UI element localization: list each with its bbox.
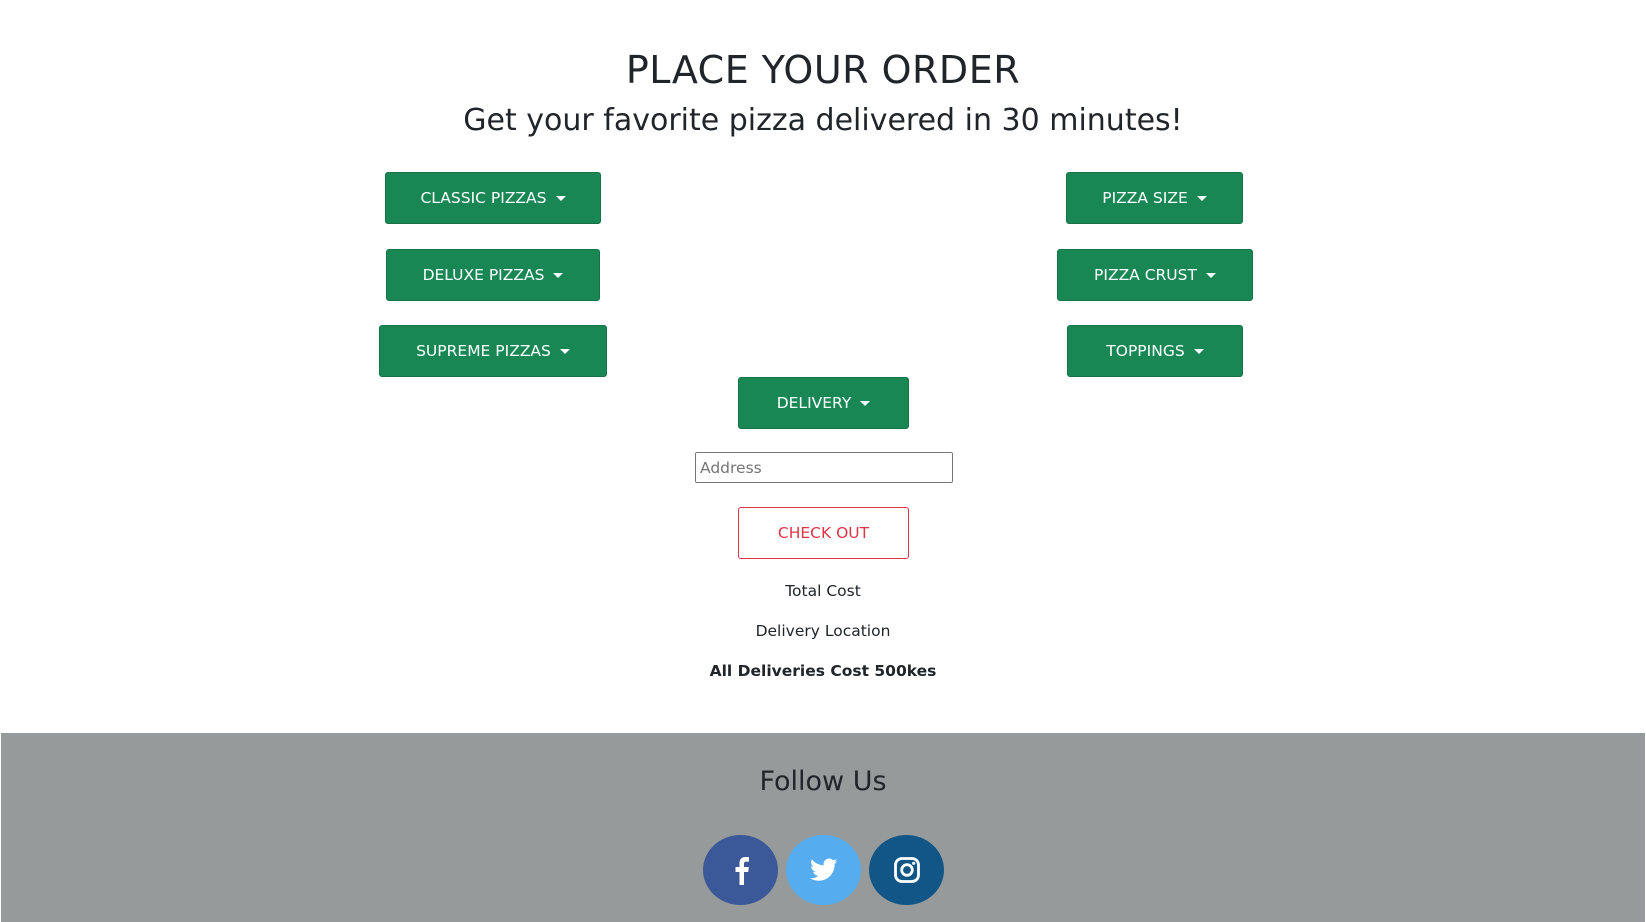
pizza-crust-label: PIZZA CRUST bbox=[1094, 266, 1197, 284]
total-cost-text: Total Cost bbox=[785, 582, 861, 600]
classic-pizzas-dropdown[interactable]: CLASSIC PIZZAS bbox=[385, 172, 601, 224]
twitter-link[interactable] bbox=[786, 835, 861, 905]
footer: Follow Us bbox=[1, 733, 1645, 922]
toppings-label: TOPPINGS bbox=[1106, 342, 1185, 360]
order-section: PLACE YOUR ORDER Get your favorite pizza… bbox=[0, 0, 1646, 732]
pizza-crust-dropdown[interactable]: PIZZA CRUST bbox=[1057, 249, 1253, 301]
deluxe-pizzas-label: DELUXE PIZZAS bbox=[422, 266, 545, 284]
page-subtitle: Get your favorite pizza delivered in 30 … bbox=[463, 103, 1183, 138]
page-title: PLACE YOUR ORDER bbox=[625, 48, 1021, 92]
checkout-label: CHECK OUT bbox=[777, 524, 870, 542]
twitter-icon bbox=[809, 858, 838, 881]
supreme-pizzas-label: SUPREME PIZZAS bbox=[416, 342, 551, 360]
facebook-icon bbox=[735, 857, 749, 885]
caret-down-icon bbox=[1193, 348, 1204, 354]
caret-down-icon bbox=[553, 272, 564, 278]
instagram-link[interactable] bbox=[869, 835, 944, 905]
caret-down-icon bbox=[1205, 272, 1216, 278]
caret-down-icon bbox=[860, 400, 871, 406]
address-input[interactable] bbox=[695, 452, 953, 483]
delivery-label: DELIVERY bbox=[776, 394, 852, 412]
caret-down-icon bbox=[559, 348, 570, 354]
instagram-icon bbox=[893, 857, 920, 883]
caret-down-icon bbox=[1196, 195, 1207, 201]
footer-title: Follow Us bbox=[759, 766, 887, 797]
supreme-pizzas-dropdown[interactable]: SUPREME PIZZAS bbox=[379, 325, 607, 377]
delivery-location-text: Delivery Location bbox=[755, 622, 891, 640]
facebook-link[interactable] bbox=[703, 835, 778, 905]
classic-pizzas-label: CLASSIC PIZZAS bbox=[420, 189, 547, 207]
deluxe-pizzas-dropdown[interactable]: DELUXE PIZZAS bbox=[386, 249, 600, 301]
toppings-dropdown[interactable]: TOPPINGS bbox=[1067, 325, 1243, 377]
delivery-cost-note: All Deliveries Cost 500kes bbox=[709, 662, 937, 680]
pizza-size-label: PIZZA SIZE bbox=[1102, 189, 1188, 207]
checkout-button[interactable]: CHECK OUT bbox=[738, 507, 909, 559]
delivery-dropdown[interactable]: DELIVERY bbox=[738, 377, 909, 429]
pizza-size-dropdown[interactable]: PIZZA SIZE bbox=[1066, 172, 1243, 224]
caret-down-icon bbox=[555, 195, 566, 201]
